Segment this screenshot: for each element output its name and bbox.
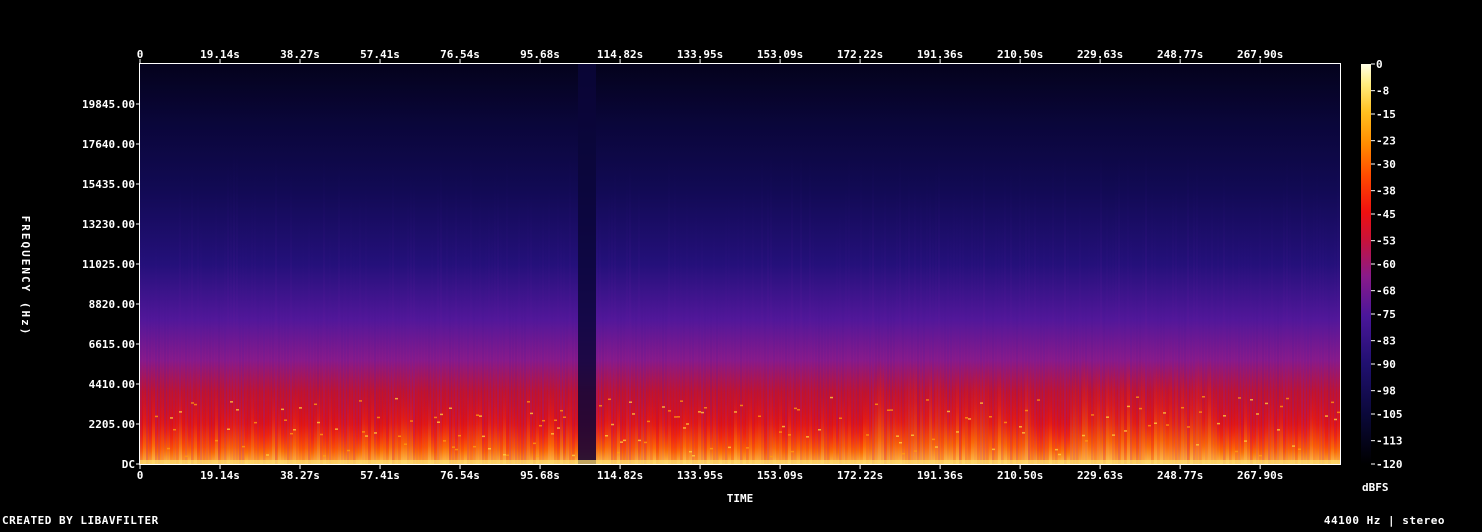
y-tick-label: 15435.00 [82,178,135,191]
colorbar-tick-label: -83 [1376,335,1396,348]
colorbar-tick-label: -105 [1376,408,1403,421]
x-tick-label-top: 153.09s [757,48,803,61]
x-tick-label-bottom: 38.27s [280,469,320,482]
colorbar-tick-label: -120 [1376,458,1403,471]
x-tick-label-bottom: 229.63s [1077,469,1123,482]
x-tick-label-bottom: 172.22s [837,469,883,482]
y-tick-label: 6615.00 [89,338,135,351]
audio-info-text: 44100 Hz | stereo [1323,514,1445,527]
credit-text: CREATED BY LIBAVFILTER [2,514,159,527]
x-tick-label-bottom: 248.77s [1157,469,1203,482]
x-tick-label-bottom: 76.54s [440,469,480,482]
x-tick-label-bottom: 153.09s [757,469,803,482]
y-tick-label: 19845.00 [82,98,135,111]
colorbar-tick-label: -90 [1376,358,1396,371]
spectrogram-chart: 0 0 19.14s 19.14s 38.27s 38.27s 57.41s 57.41s 76… [19,48,1403,505]
colorbar: 0 -8 -15 -23 -30 -38 -45 -53 -60 -68 -75 -83 -90 -98 -… [1361,58,1403,471]
x-tick-label-bottom: 267.90s [1237,469,1283,482]
y-tick-label: 4410.00 [89,378,135,391]
colorbar-label: dBFS [1362,481,1389,494]
x-tick-label-top: 38.27s [280,48,320,61]
y-tick-label: DC [122,458,135,471]
y-tick-label: 11025.00 [82,258,135,271]
colorbar-tick-label: -75 [1376,308,1396,321]
x-tick-label-bottom: 0 [137,469,144,482]
colorbar-tick-label: -68 [1376,285,1396,298]
colorbar-tick-label: -38 [1376,185,1396,198]
x-tick-label-bottom: 191.36s [917,469,963,482]
spectrogram-figure: 0 0 19.14s 19.14s 38.27s 38.27s 57.41s 57.41s 76… [0,0,1482,528]
x-tick-label-top: 76.54s [440,48,480,61]
x-tick-label-top: 19.14s [200,48,240,61]
frequency-axis: DC 2205.00 4410.00 6615.00 8820.00 11025.00 13… [82,98,140,471]
x-tick-label-top: 248.77s [1157,48,1203,61]
x-tick-label-bottom: 95.68s [520,469,560,482]
x-axis-label: TIME [727,492,754,505]
colorbar-tick-label: -23 [1376,135,1396,148]
y-tick-label: 2205.00 [89,418,135,431]
x-tick-label-bottom: 57.41s [360,469,400,482]
colorbar-tick-label: -8 [1376,85,1389,98]
x-tick-label-top: 172.22s [837,48,883,61]
colorbar-tick-label: -53 [1376,235,1396,248]
colorbar-tick-label: -45 [1376,208,1396,221]
colorbar-tick-label: -30 [1376,158,1396,171]
colorbar-tick-label: -113 [1376,435,1403,448]
x-tick-label-top: 57.41s [360,48,400,61]
x-tick-label-top: 229.63s [1077,48,1123,61]
x-tick-label-bottom: 114.82s [597,469,643,482]
colorbar-gradient [1361,64,1371,464]
x-tick-label-bottom: 133.95s [677,469,723,482]
x-tick-label-top: 114.82s [597,48,643,61]
x-tick-label-bottom: 210.50s [997,469,1043,482]
x-tick-label-top: 267.90s [1237,48,1283,61]
x-tick-label-top: 210.50s [997,48,1043,61]
colorbar-tick-label: -15 [1376,108,1396,121]
spectrogram-plot [140,64,1340,464]
colorbar-tick-label: -98 [1376,385,1396,398]
y-tick-label: 17640.00 [82,138,135,151]
y-tick-label: 8820.00 [89,298,135,311]
x-tick-label-top: 191.36s [917,48,963,61]
x-tick-label-top: 0 [137,48,144,61]
colorbar-tick-label: 0 [1376,58,1383,71]
x-tick-label-top: 95.68s [520,48,560,61]
x-tick-label-bottom: 19.14s [200,469,240,482]
colorbar-tick-label: -60 [1376,258,1396,271]
y-axis-label: FREQUENCY (Hz) [19,216,32,337]
y-tick-label: 13230.00 [82,218,135,231]
x-tick-label-top: 133.95s [677,48,723,61]
